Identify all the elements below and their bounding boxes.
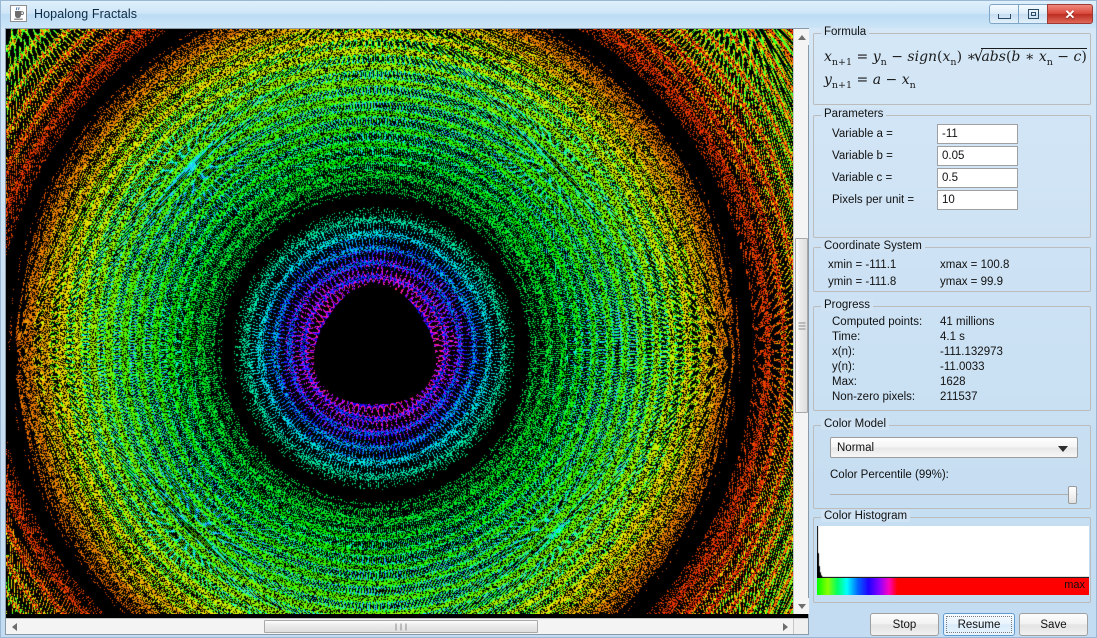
- chevron-down-icon: [1058, 445, 1068, 452]
- slider-thumb[interactable]: [1068, 486, 1077, 504]
- variable-a-input[interactable]: [937, 124, 1018, 144]
- scroll-right-button[interactable]: [777, 619, 793, 634]
- progress-label-xn: x(n):: [832, 346, 855, 358]
- vertical-scroll-thumb[interactable]: [795, 238, 808, 413]
- formula-group: Formula xn+1 = yn − sign(xn) ∗ √ abs(b ∗…: [813, 26, 1091, 105]
- save-button-label: Save: [1040, 618, 1067, 631]
- color-model-legend: Color Model: [821, 418, 889, 430]
- progress-label-max: Max:: [832, 376, 857, 388]
- param-label-ppu: Pixels per unit =: [832, 194, 915, 206]
- scroll-down-button[interactable]: [794, 598, 809, 614]
- variable-c-input[interactable]: [937, 168, 1018, 188]
- vertical-scrollbar[interactable]: [793, 29, 809, 614]
- chevron-up-icon: [797, 34, 806, 40]
- progress-value-yn: -11.0033: [940, 361, 985, 373]
- histogram-plot: [817, 526, 1089, 578]
- resume-button[interactable]: Resume: [943, 613, 1015, 636]
- scroll-grip-icon: [798, 320, 805, 331]
- xmax-value: xmax = 100.8: [940, 259, 1010, 271]
- java-coffee-cup-icon: [10, 5, 27, 22]
- color-histogram-legend: Color Histogram: [821, 510, 911, 522]
- ymax-value: ymax = 99.9: [940, 276, 1003, 288]
- chevron-down-icon: [797, 603, 806, 609]
- fractal-image[interactable]: [6, 29, 793, 614]
- param-label-a: Variable a =: [832, 128, 893, 140]
- chevron-left-icon: [11, 622, 17, 631]
- pixels-per-unit-input[interactable]: [937, 190, 1018, 210]
- color-model-select[interactable]: Normal: [830, 437, 1078, 458]
- minimize-button[interactable]: [989, 4, 1018, 24]
- fractal-view: [5, 28, 809, 635]
- color-percentile-slider[interactable]: [830, 486, 1078, 504]
- title-bar-left: Hopalong Fractals: [10, 5, 137, 22]
- minimize-icon: [997, 14, 1011, 19]
- close-icon: ✕: [1064, 6, 1076, 22]
- slider-track: [830, 494, 1078, 495]
- progress-label-yn: y(n):: [832, 361, 855, 373]
- histogram-max-label: max: [1064, 579, 1085, 591]
- formula-line-1: xn+1 = yn − sign(xn) ∗ √ abs(b ∗ xn − c): [824, 46, 1087, 68]
- progress-value-max: 1628: [940, 376, 966, 388]
- parameters-legend: Parameters: [821, 108, 887, 120]
- progress-label-time: Time:: [832, 331, 861, 343]
- save-button[interactable]: Save: [1019, 613, 1088, 636]
- horizontal-scroll-thumb[interactable]: [264, 620, 538, 633]
- progress-value-points: 41 millions: [940, 316, 995, 328]
- progress-value-time: 4.1 s: [940, 331, 965, 343]
- app-window: Hopalong Fractals ✕ Formula xn+1 = yn − …: [0, 0, 1097, 638]
- close-button[interactable]: ✕: [1047, 4, 1093, 24]
- color-gradient-bar: max: [817, 578, 1089, 595]
- chevron-right-icon: [782, 622, 788, 631]
- ymin-value: ymin = -111.8: [828, 276, 897, 288]
- restore-icon: [1027, 9, 1039, 19]
- color-percentile-label: Color Percentile (99%):: [830, 469, 949, 481]
- horizontal-scrollbar[interactable]: [6, 618, 793, 634]
- param-label-c: Variable c =: [832, 172, 893, 184]
- param-label-b: Variable b =: [832, 150, 893, 162]
- color-model-selected-value: Normal: [837, 441, 875, 454]
- progress-label-points: Computed points:: [832, 316, 923, 328]
- color-histogram-group: Color Histogram max: [813, 510, 1091, 603]
- stop-button[interactable]: Stop: [870, 613, 939, 636]
- progress-label-nonzero: Non-zero pixels:: [832, 391, 916, 403]
- scrollbar-corner: [793, 618, 808, 634]
- control-panel: Formula xn+1 = yn − sign(xn) ∗ √ abs(b ∗…: [813, 26, 1094, 636]
- window-controls: ✕: [989, 4, 1093, 24]
- focus-ring: [946, 616, 1012, 633]
- progress-value-nonzero: 211537: [940, 391, 978, 403]
- title-bar: Hopalong Fractals ✕: [1, 1, 1096, 28]
- color-model-group: Color Model Normal Color Percentile (99%…: [813, 418, 1091, 509]
- coordinate-system-legend: Coordinate System: [821, 240, 925, 252]
- progress-legend: Progress: [821, 299, 874, 311]
- progress-value-xn: -111.132973: [940, 346, 1003, 358]
- scroll-left-button[interactable]: [6, 619, 22, 634]
- formula-line-2: yn+1 = a − xn: [824, 72, 916, 91]
- scroll-up-button[interactable]: [794, 29, 809, 45]
- stop-button-label: Stop: [892, 618, 917, 631]
- xmin-value: xmin = -111.1: [828, 259, 897, 271]
- formula-legend: Formula: [821, 26, 870, 38]
- coordinate-system-group: Coordinate System xmin = -111.1 xmax = 1…: [813, 240, 1091, 292]
- variable-b-input[interactable]: [937, 146, 1018, 166]
- progress-group: Progress Computed points: 41 millions Ti…: [813, 299, 1091, 411]
- scroll-grip-icon: [394, 623, 409, 630]
- maximize-button[interactable]: [1018, 4, 1047, 24]
- parameters-group: Parameters Variable a = Variable b = Var…: [813, 108, 1091, 238]
- window-title: Hopalong Fractals: [34, 6, 138, 21]
